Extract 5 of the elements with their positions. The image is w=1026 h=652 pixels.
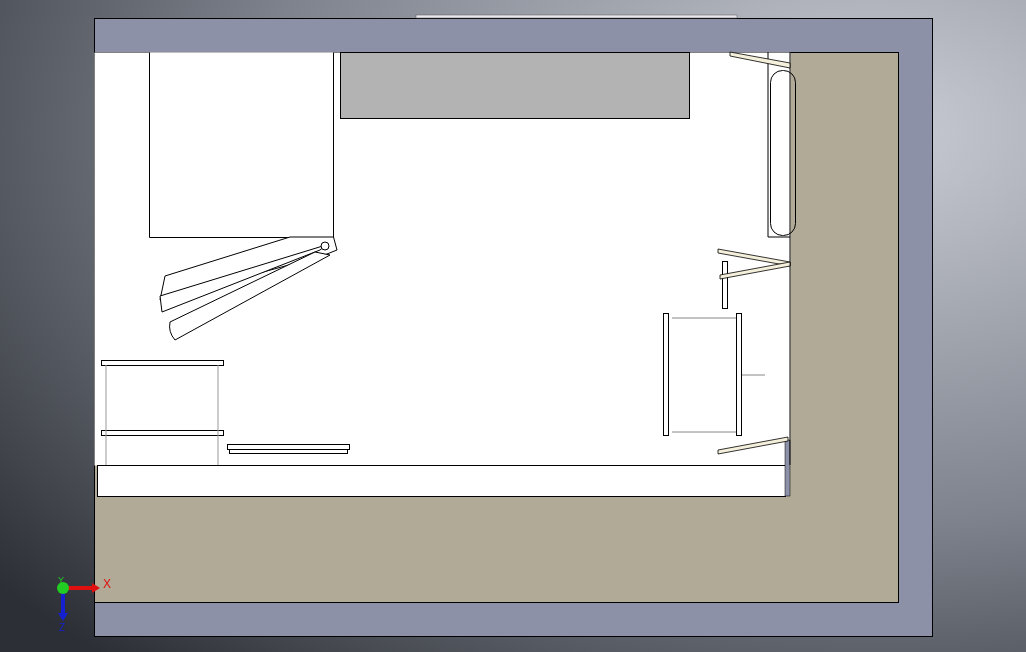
x-axis-label: X [103,577,111,591]
y-axis-label: Y [58,575,64,585]
axis-triad-icon [57,582,100,621]
z-axis-label: Z [59,622,66,633]
wall-edge [784,439,791,497]
